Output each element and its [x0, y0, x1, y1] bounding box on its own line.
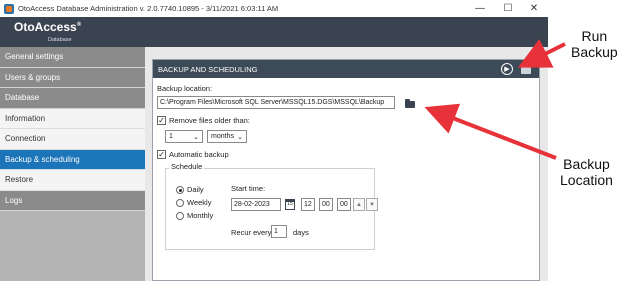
recur-label: Recur every: [231, 228, 274, 237]
logo-mark: ® [76, 22, 82, 28]
annotation-location-line-2: Location [560, 172, 613, 188]
radio-monthly-label: Monthly [187, 211, 214, 220]
annotation-backup-location: Backup Location [560, 156, 613, 188]
minimize-button[interactable]: — [466, 0, 494, 17]
radio-daily-label: Daily [187, 185, 204, 194]
radio-monthly[interactable] [176, 212, 184, 220]
logo-text: OtoAccess [14, 20, 77, 34]
annotation-run-line-2: Backup [571, 44, 618, 60]
sidebar-item-logs[interactable]: Logs [0, 190, 145, 211]
app-header: OtoAccess® Database [0, 17, 548, 47]
app-icon [4, 3, 14, 14]
panel-title: BACKUP AND SCHEDULING [158, 64, 258, 74]
sidebar-item-database[interactable]: Database [0, 88, 145, 109]
remove-unit-select[interactable]: months ⌄ [207, 130, 247, 143]
backup-panel: BACKUP AND SCHEDULING ▶ Backup location:… [152, 59, 540, 281]
sidebar-item-restore[interactable]: Restore [0, 170, 145, 191]
window-title-bar: OtoAccess Database Administration v. 2.0… [0, 0, 548, 17]
save-icon[interactable] [521, 63, 531, 74]
hour-input[interactable]: 12 [301, 198, 315, 211]
close-button[interactable]: ✕ [520, 0, 548, 17]
folder-icon[interactable] [405, 99, 415, 108]
main-content: BACKUP AND SCHEDULING ▶ Backup location:… [145, 47, 548, 281]
remove-unit-value: months [211, 133, 234, 140]
chevron-down-icon: ⌄ [193, 134, 199, 141]
automatic-backup-checkbox[interactable]: ✓ [157, 150, 166, 159]
panel-header: BACKUP AND SCHEDULING ▶ [153, 60, 539, 78]
backup-location-label: Backup location: [157, 84, 213, 93]
annotation-location-line-1: Backup [563, 156, 610, 172]
minute-input[interactable]: 00 [319, 198, 333, 211]
backup-location-input[interactable]: C:\Program Files\Microsoft SQL Server\MS… [157, 96, 395, 109]
start-date-input[interactable]: 28-02-2023 [231, 198, 281, 211]
chevron-down-icon: ⌄ [237, 134, 243, 141]
sidebar-item-users-groups[interactable]: Users & groups [0, 67, 145, 88]
window-title: OtoAccess Database Administration v. 2.0… [18, 4, 279, 13]
schedule-label: Schedule [169, 162, 205, 171]
sidebar-item-general-settings[interactable]: General settings [0, 47, 145, 68]
start-time-label: Start time: [231, 184, 266, 193]
sidebar: General settings Users & groups Database… [0, 47, 145, 281]
automatic-backup-label: Automatic backup [169, 150, 229, 159]
radio-weekly-label: Weekly [187, 198, 212, 207]
second-input[interactable]: 00 [337, 198, 351, 211]
radio-weekly[interactable] [176, 199, 184, 207]
radio-daily[interactable] [176, 186, 184, 194]
screenshot-root: OtoAccess Database Administration v. 2.0… [0, 0, 643, 281]
annotation-run-line-1: Run [581, 28, 608, 44]
recur-input[interactable]: 1 [271, 225, 287, 238]
remove-amount-value: 1 [169, 133, 173, 140]
logo-subtitle: Database [48, 37, 72, 43]
calendar-icon[interactable]: 15 [285, 199, 295, 210]
run-backup-icon[interactable]: ▶ [501, 63, 513, 75]
remove-amount-select[interactable]: 1 ⌄ [165, 130, 203, 143]
maximize-button[interactable]: ☐ [494, 0, 522, 17]
remove-files-checkbox[interactable]: ✓ [157, 116, 166, 125]
remove-files-label: Remove files older than: [169, 116, 250, 125]
annotation-run-backup: Run Backup [571, 28, 618, 60]
spin-up-button[interactable]: ▲ [353, 198, 365, 211]
sidebar-item-backup-scheduling[interactable]: Backup & scheduling [0, 149, 145, 170]
recur-unit-label: days [293, 228, 309, 237]
app-logo: OtoAccess® [14, 20, 81, 34]
sidebar-item-information[interactable]: Information [0, 108, 145, 129]
spin-down-button[interactable]: ▼ [366, 198, 378, 211]
sidebar-item-connection[interactable]: Connection [0, 129, 145, 150]
